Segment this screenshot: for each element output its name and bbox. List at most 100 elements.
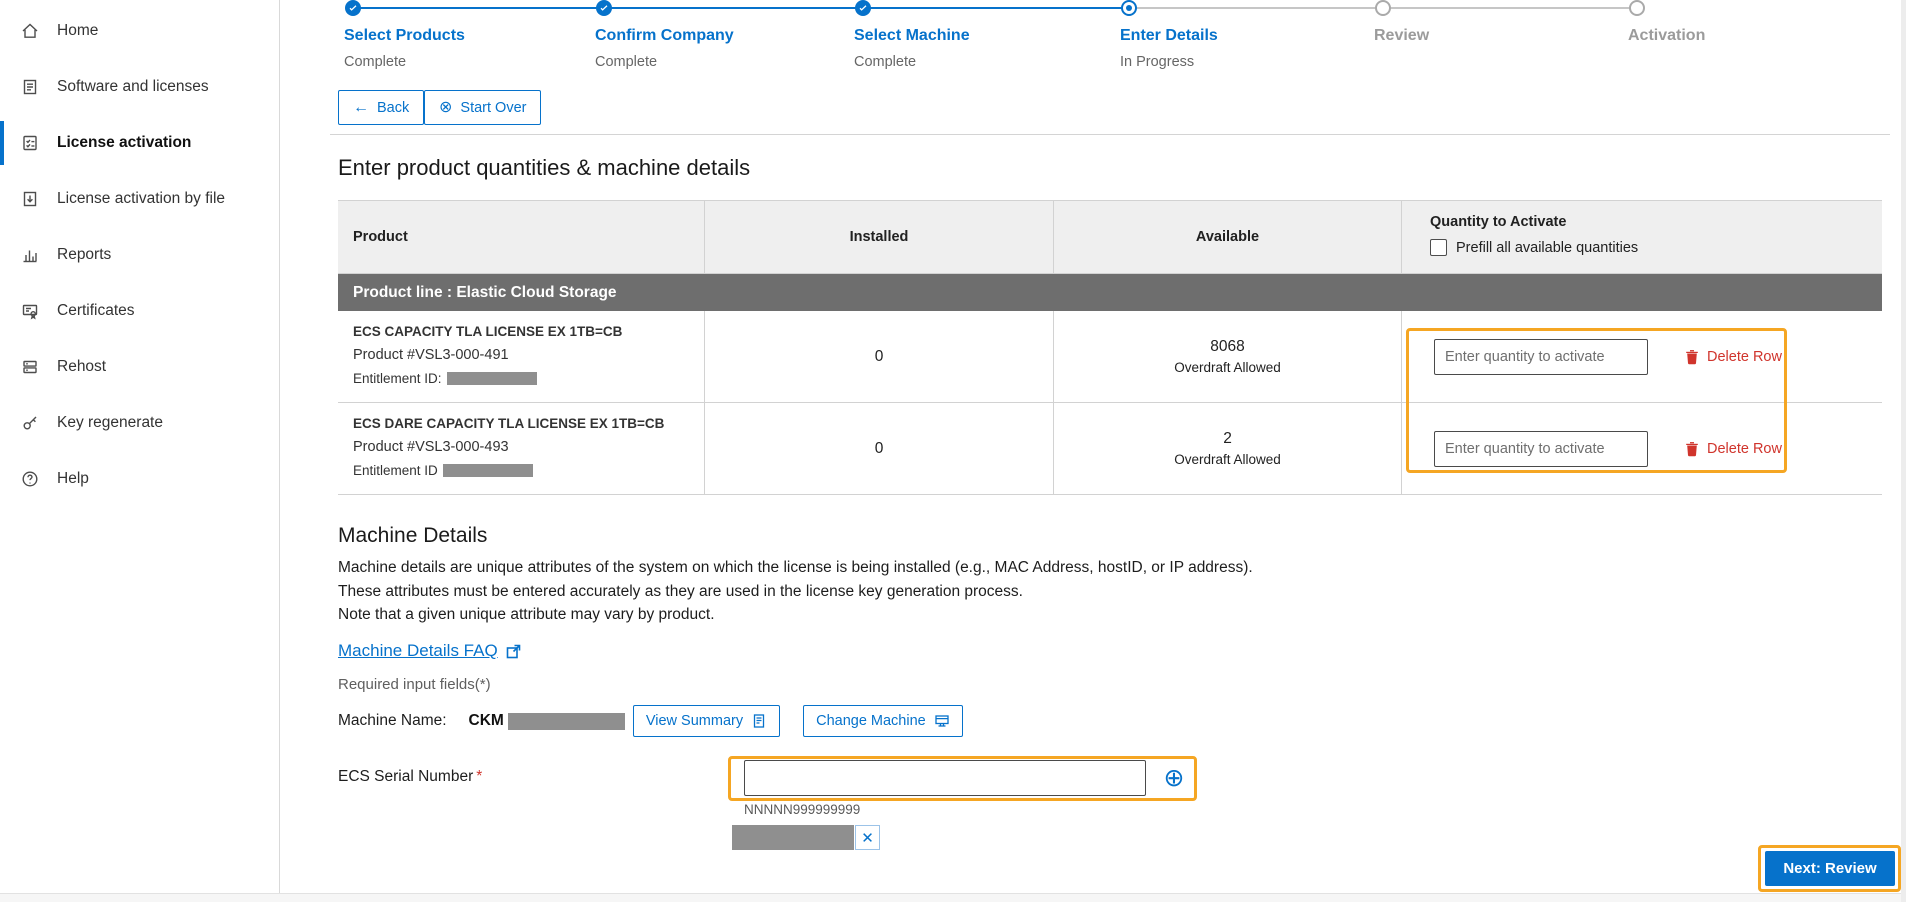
current-step-dot (1126, 5, 1132, 11)
start-over-icon: ⊗ (439, 100, 452, 116)
step-complete-icon (596, 0, 612, 16)
sidebar-item-rehost[interactable]: Rehost (0, 339, 279, 395)
product-cell: ECS DARE CAPACITY TLA LICENSE EX 1TB=CB … (338, 403, 705, 494)
ecs-serial-number-label: ECS Serial Number* (338, 768, 482, 786)
step-label: Activation (1628, 27, 1838, 45)
description-line: Note that a given unique attribute may v… (338, 603, 1253, 627)
change-machine-label: Change Machine (816, 713, 926, 729)
step-label: Review (1374, 27, 1584, 45)
product-number: Product #VSL3-000-491 (353, 347, 689, 363)
step-status: Complete (595, 54, 805, 70)
step-status: Complete (854, 54, 1064, 70)
sidebar-item-license-activation-by-file[interactable]: License activation by file (0, 171, 279, 227)
step-select-machine[interactable]: Select Machine Complete (854, 0, 1064, 70)
column-header-quantity: Quantity to Activate Prefill all availab… (1402, 201, 1882, 273)
required-asterisk: * (476, 768, 482, 785)
step-label: Enter Details (1120, 27, 1330, 45)
delete-row-button[interactable]: Delete Row (1684, 441, 1782, 457)
sidebar-item-license-activation[interactable]: License activation (0, 115, 279, 171)
product-quantities-table: Product Installed Available Quantity to … (338, 200, 1882, 495)
entitlement-label: Entitlement ID (353, 463, 438, 478)
view-summary-button[interactable]: View Summary (633, 705, 780, 737)
ecs-serial-number-input[interactable] (744, 760, 1146, 796)
key-regenerate-icon (20, 413, 40, 433)
delete-row-button[interactable]: Delete Row (1684, 349, 1782, 365)
back-button[interactable]: ← Back (338, 90, 424, 125)
step-confirm-company[interactable]: Confirm Company Complete (595, 0, 805, 70)
license-activation-icon (20, 133, 40, 153)
table-header-row: Product Installed Available Quantity to … (338, 200, 1882, 274)
quantity-input[interactable] (1434, 431, 1648, 467)
column-header-installed: Installed (705, 201, 1054, 273)
sidebar-item-label: License activation (57, 134, 191, 152)
sidebar-item-label: Key regenerate (57, 414, 163, 432)
license-file-icon (20, 189, 40, 209)
sidebar-item-home[interactable]: Home (0, 3, 279, 59)
sidebar-item-label: Certificates (57, 302, 135, 320)
sidebar-item-key-regenerate[interactable]: Key regenerate (0, 395, 279, 451)
help-icon (20, 469, 40, 489)
trash-icon (1684, 349, 1700, 365)
home-icon (20, 21, 40, 41)
sidebar-item-label: Help (57, 470, 89, 488)
product-name: ECS CAPACITY TLA LICENSE EX 1TB=CB (353, 324, 689, 339)
active-indicator (0, 121, 4, 165)
sidebar-item-reports[interactable]: Reports (0, 227, 279, 283)
product-line-group-header: Product line : Elastic Cloud Storage (338, 274, 1882, 311)
quantity-cell: Delete Row (1402, 311, 1882, 402)
installed-cell: 0 (705, 311, 1054, 402)
step-current-icon (1121, 0, 1137, 16)
external-link-icon (505, 643, 522, 660)
step-activation[interactable]: Activation (1628, 0, 1838, 54)
step-label: Select Products (344, 27, 554, 45)
sidebar-item-help[interactable]: Help (0, 451, 279, 507)
overdraft-note: Overdraft Allowed (1174, 360, 1281, 375)
step-status: Complete (344, 54, 554, 70)
product-name: ECS DARE CAPACITY TLA LICENSE EX 1TB=CB (353, 416, 689, 431)
quantity-header-label: Quantity to Activate (1430, 214, 1882, 230)
quantity-cell: Delete Row (1402, 403, 1882, 494)
quantity-input[interactable] (1434, 339, 1648, 375)
entitlement-line: Entitlement ID (353, 463, 689, 478)
remove-serial-button[interactable]: ✕ (855, 825, 880, 850)
sidebar-item-software-and-licenses[interactable]: Software and licenses (0, 59, 279, 115)
software-licenses-icon (20, 77, 40, 97)
step-enter-details[interactable]: Enter Details In Progress (1120, 0, 1330, 70)
entitlement-label: Entitlement ID: (353, 371, 442, 386)
step-complete-icon (345, 0, 361, 16)
available-value: 2 (1223, 430, 1232, 448)
entitlement-line: Entitlement ID: (353, 371, 689, 386)
step-review[interactable]: Review (1374, 0, 1584, 54)
sidebar-item-certificates[interactable]: Certificates (0, 283, 279, 339)
progress-stepper: Select Products Complete Confirm Company… (280, 0, 1906, 86)
machine-icon (934, 713, 950, 729)
step-upcoming-icon (1629, 0, 1645, 16)
step-label: Select Machine (854, 27, 1064, 45)
next-review-button[interactable]: Next: Review (1765, 851, 1895, 886)
available-cell: 2 Overdraft Allowed (1054, 403, 1402, 494)
prefill-label: Prefill all available quantities (1456, 240, 1638, 256)
sidebar-item-label: Rehost (57, 358, 106, 376)
change-machine-button[interactable]: Change Machine (803, 705, 963, 737)
product-number: Product #VSL3-000-493 (353, 439, 689, 455)
step-select-products[interactable]: Select Products Complete (344, 0, 554, 70)
vertical-scrollbar-track[interactable] (1901, 0, 1906, 902)
start-over-button-label: Start Over (460, 100, 526, 116)
delete-row-label: Delete Row (1707, 441, 1782, 457)
machine-name-redacted (508, 713, 625, 730)
add-serial-button[interactable]: ⊕ (1156, 760, 1192, 796)
sidebar-item-label: Home (57, 22, 98, 40)
description-line: Machine details are unique attributes of… (338, 556, 1253, 580)
step-status: In Progress (1120, 54, 1330, 70)
prefill-checkbox[interactable] (1430, 239, 1447, 256)
close-icon: ✕ (861, 829, 874, 847)
machine-details-faq-link[interactable]: Machine Details FAQ (338, 641, 522, 661)
overdraft-note: Overdraft Allowed (1174, 452, 1281, 467)
start-over-button[interactable]: ⊗ Start Over (424, 90, 541, 125)
available-value: 8068 (1210, 338, 1244, 356)
document-icon (751, 713, 767, 729)
horizontal-scrollbar-track[interactable] (0, 893, 1906, 902)
step-label: Confirm Company (595, 27, 805, 45)
machine-details-title: Machine Details (338, 524, 487, 548)
installed-cell: 0 (705, 403, 1054, 494)
